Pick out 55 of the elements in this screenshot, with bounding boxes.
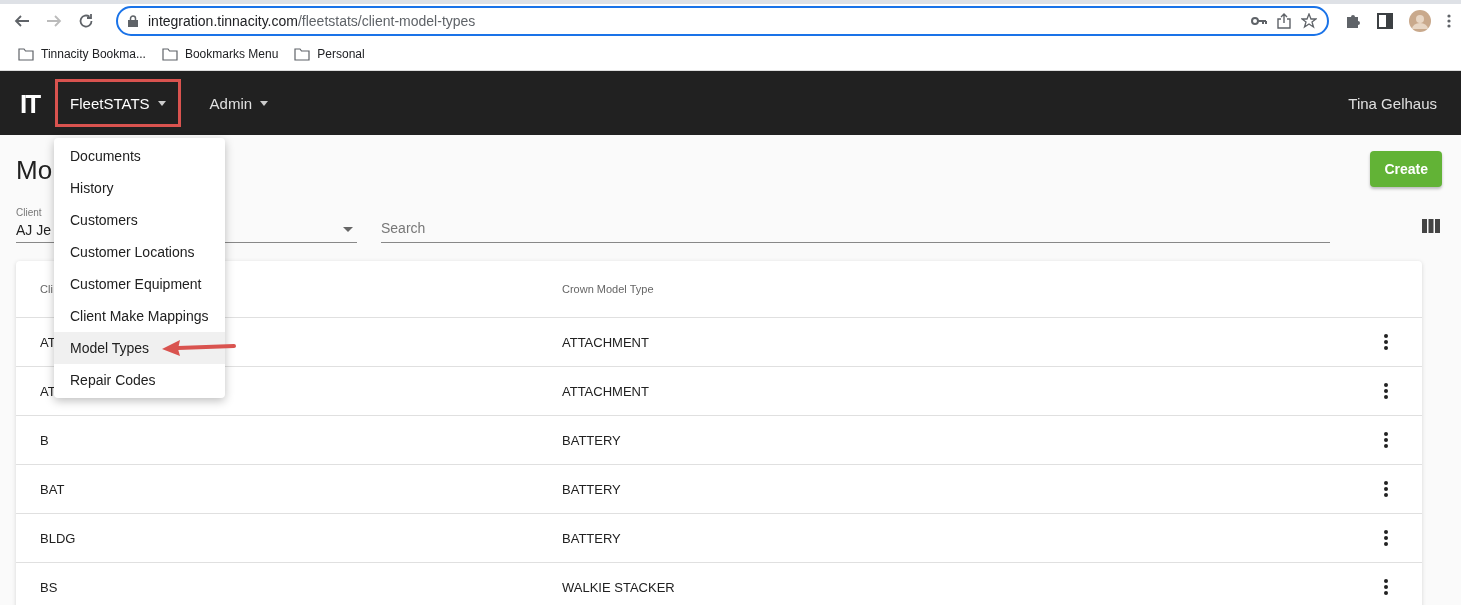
more-icon[interactable] xyxy=(1384,579,1388,595)
more-icon[interactable] xyxy=(1384,334,1388,350)
reload-icon[interactable] xyxy=(78,13,94,29)
columns-icon[interactable] xyxy=(1422,219,1440,233)
star-icon[interactable] xyxy=(1301,13,1317,29)
logo[interactable]: IT xyxy=(20,86,40,120)
nav-menu[interactable]: Admin xyxy=(194,79,284,127)
menu-item[interactable]: Customer Locations xyxy=(54,236,225,268)
address-bar[interactable]: integration.tinnacity.com/fleetstats/client-model-types xyxy=(116,6,1329,36)
back-icon[interactable] xyxy=(14,13,30,29)
table-cell: B xyxy=(40,432,49,448)
page-title: Mo xyxy=(16,155,53,186)
table-cell: BAT xyxy=(40,481,65,497)
menu-item[interactable]: Customers xyxy=(54,204,225,236)
folder-icon xyxy=(18,47,34,61)
search-field[interactable]: Search xyxy=(381,220,1330,243)
table-cell: ATTACHMENT xyxy=(562,334,649,350)
more-icon[interactable] xyxy=(1384,530,1388,546)
key-icon[interactable] xyxy=(1251,16,1267,26)
folder-icon xyxy=(161,47,178,61)
caret-icon xyxy=(157,100,166,106)
menu-item[interactable]: Model Types xyxy=(54,332,225,364)
share-icon[interactable] xyxy=(1277,13,1291,29)
caret-icon xyxy=(260,100,269,106)
menu-item[interactable]: History xyxy=(54,172,225,204)
column-header: Crown Model Type xyxy=(562,283,654,295)
bookmark[interactable]: Personal xyxy=(294,47,365,61)
side-panel-icon[interactable] xyxy=(1377,13,1393,29)
lock-icon xyxy=(128,15,138,27)
menu-item[interactable]: Documents xyxy=(54,140,225,172)
nav-menu[interactable]: FleetSTATS xyxy=(55,79,181,127)
dropdown-icon xyxy=(343,227,353,232)
more-icon[interactable] xyxy=(1384,383,1388,399)
user-name[interactable]: Tina Gelhaus xyxy=(1348,94,1437,112)
menu-item[interactable]: Repair Codes xyxy=(54,364,225,396)
folder-icon xyxy=(294,47,311,61)
table-cell: BS xyxy=(40,579,58,595)
more-icon[interactable] xyxy=(1447,14,1451,28)
menu-item[interactable]: Client Make Mappings xyxy=(54,300,225,332)
more-icon[interactable] xyxy=(1384,481,1388,497)
table-cell: BLDG xyxy=(40,530,76,546)
table-cell: BATTERY xyxy=(562,481,621,497)
table-cell: AT xyxy=(40,334,56,350)
more-icon[interactable] xyxy=(1384,432,1388,448)
table-cell: BATTERY xyxy=(562,530,621,546)
column-header: Cli xyxy=(40,283,53,295)
puzzle-icon[interactable] xyxy=(1345,13,1361,29)
bookmark[interactable]: Tinnacity Bookma... xyxy=(18,47,146,61)
table-cell: AT xyxy=(40,383,56,399)
bookmark[interactable]: Bookmarks Menu xyxy=(161,47,279,61)
table-cell: ATTACHMENT xyxy=(562,383,649,399)
menu-item[interactable]: Customer Equipment xyxy=(54,268,225,300)
table-cell: WALKIE STACKER xyxy=(562,579,675,595)
url-text: integration.tinnacity.com/fleetstats/client-model-types xyxy=(148,13,476,29)
table-cell: BATTERY xyxy=(562,432,621,448)
